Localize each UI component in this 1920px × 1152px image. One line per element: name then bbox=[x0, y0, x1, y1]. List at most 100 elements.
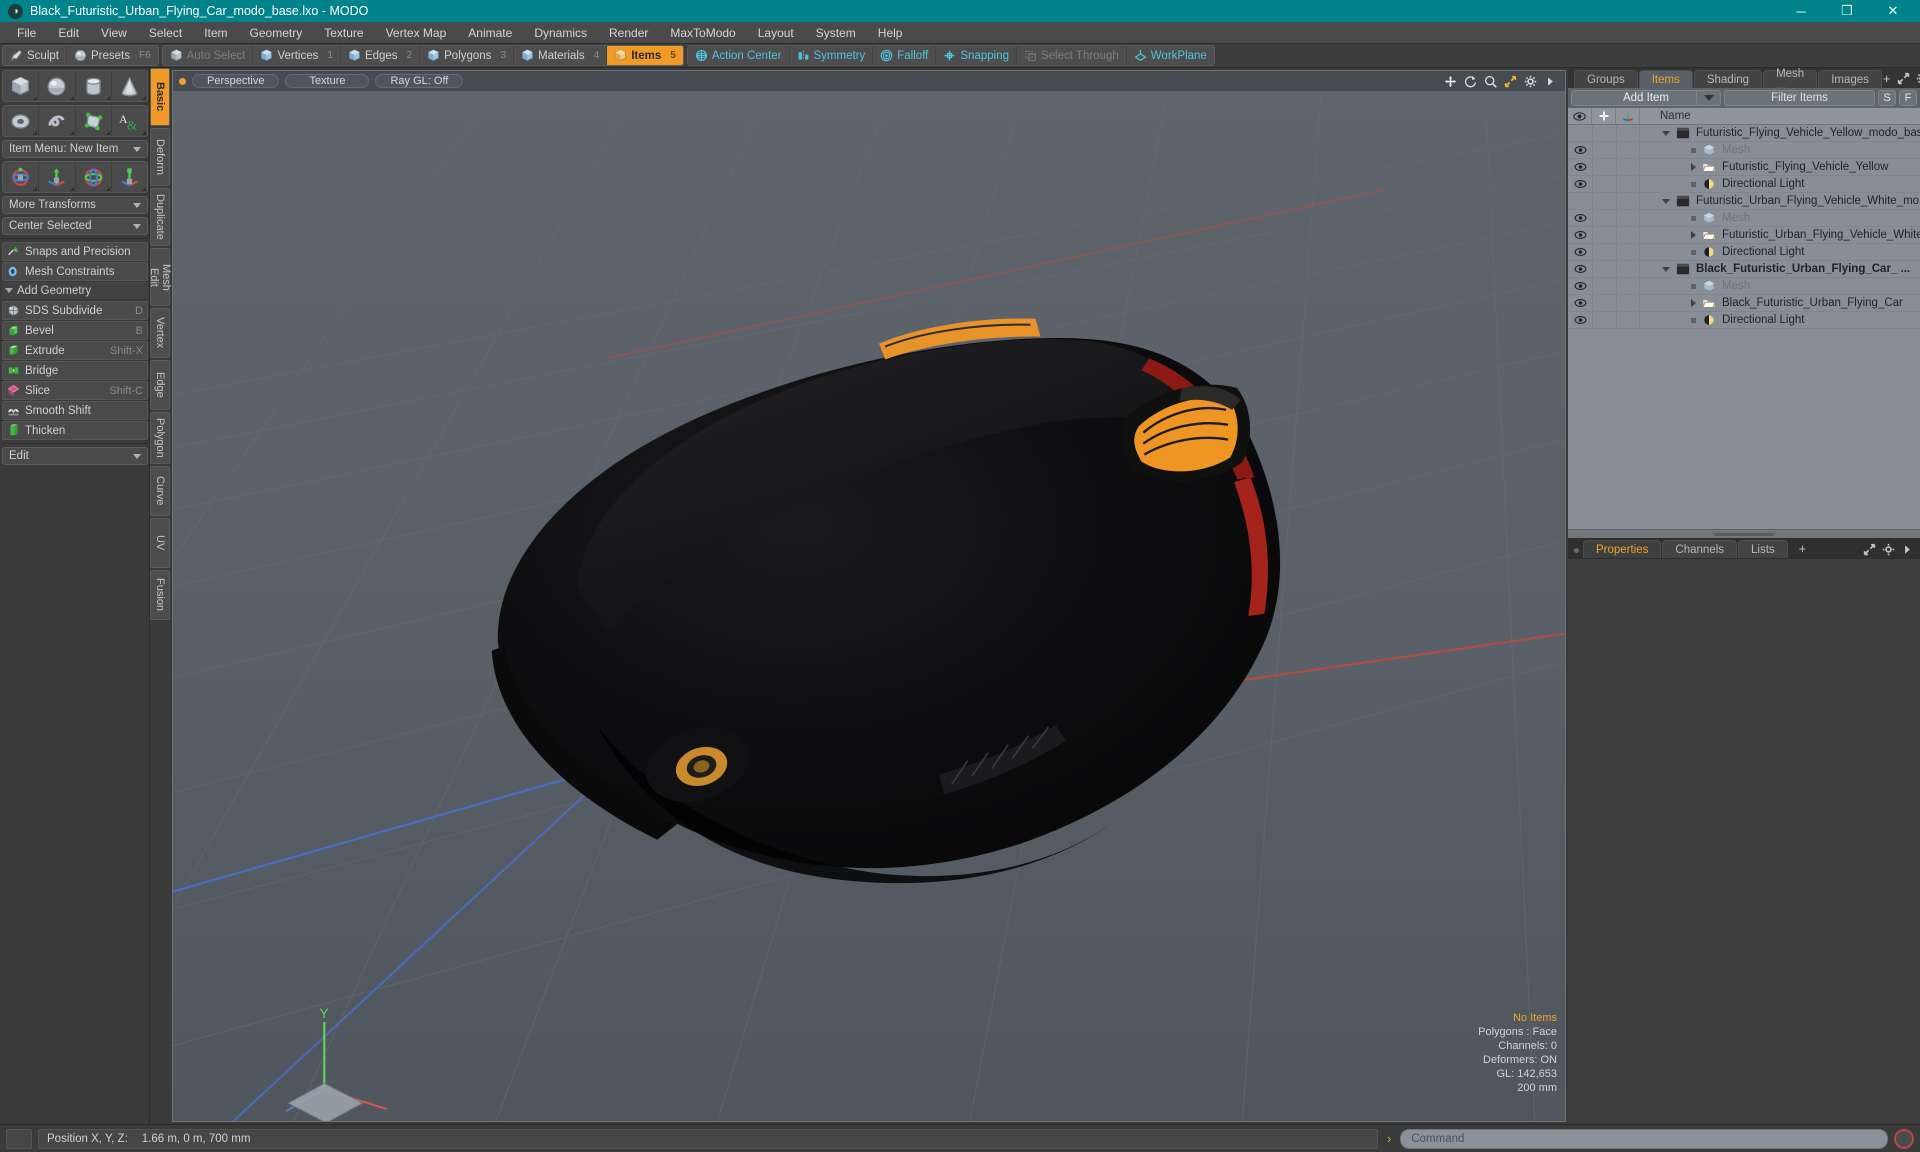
tab-images[interactable]: Images bbox=[1818, 70, 1882, 88]
shelf-cell-move-icon[interactable] bbox=[39, 162, 76, 192]
viewport-menu-dot-icon[interactable] bbox=[179, 77, 186, 85]
tree-col-lock[interactable] bbox=[1592, 192, 1616, 210]
snaps-and-precision-button[interactable]: Snaps and Precision bbox=[2, 242, 148, 261]
menu-item-geometry[interactable]: Geometry bbox=[239, 22, 314, 44]
chevron-down-icon[interactable] bbox=[1662, 130, 1670, 136]
vtab-fusion[interactable]: Fusion bbox=[150, 569, 170, 620]
filter-f-button[interactable]: F bbox=[1899, 90, 1917, 106]
tab-mesh-...[interactable]: Mesh ... bbox=[1763, 68, 1818, 92]
tree-row[interactable]: Futuristic_Urban_Flying_Vehicle_White bbox=[1568, 226, 1920, 244]
tree-col-axis[interactable] bbox=[1616, 243, 1640, 261]
tree-col-lock[interactable] bbox=[1592, 158, 1616, 176]
center-selected-dropdown[interactable]: Center Selected bbox=[2, 217, 148, 235]
eye-icon[interactable] bbox=[1568, 162, 1592, 172]
fit-viewport-icon[interactable] bbox=[1897, 72, 1910, 85]
tree-row[interactable]: Black_Futuristic_Urban_Flying_Car_ ... bbox=[1568, 260, 1920, 278]
menu-item-layout[interactable]: Layout bbox=[747, 22, 805, 44]
shelf-cell-transform-all-icon[interactable] bbox=[3, 162, 40, 192]
tree-row[interactable]: Mesh bbox=[1568, 141, 1920, 159]
tool-slice[interactable]: Slice Shift-C bbox=[2, 381, 148, 400]
filter-s-button[interactable]: S bbox=[1878, 90, 1896, 106]
close-button[interactable]: ✕ bbox=[1870, 0, 1916, 22]
tool-sds-subdivide[interactable]: SDS Subdivide D bbox=[2, 301, 148, 320]
chevron-right-icon[interactable] bbox=[1691, 231, 1696, 239]
tree-row[interactable]: Directional Light bbox=[1568, 243, 1920, 261]
vtab-vertex[interactable]: Vertex bbox=[150, 308, 170, 358]
tree-col-lock[interactable] bbox=[1592, 243, 1616, 261]
tree-col-lock[interactable] bbox=[1592, 311, 1616, 329]
add-item-button[interactable]: Add Item bbox=[1571, 90, 1721, 106]
vtab-edge[interactable]: Edge bbox=[150, 360, 170, 410]
shelf-cell-cube-icon[interactable] bbox=[3, 71, 40, 101]
tree-col-lock[interactable] bbox=[1592, 226, 1616, 244]
chevron-right-icon[interactable] bbox=[1691, 163, 1696, 171]
fit-viewport-icon[interactable] bbox=[1504, 75, 1517, 88]
status-left-slot[interactable] bbox=[6, 1128, 32, 1149]
shelf-cell-scale-icon[interactable] bbox=[112, 162, 147, 192]
command-input[interactable]: Command bbox=[1400, 1128, 1888, 1149]
menu-item-maxtomodo[interactable]: MaxToModo bbox=[659, 22, 746, 44]
zoom-viewport-icon[interactable] bbox=[1484, 75, 1497, 88]
add-icon[interactable] bbox=[1592, 107, 1616, 125]
vtab-polygon[interactable]: Polygon bbox=[150, 412, 170, 464]
tree-row[interactable]: Mesh bbox=[1568, 209, 1920, 227]
vtab-uv[interactable]: UV bbox=[150, 517, 170, 568]
tool-bridge[interactable]: Bridge bbox=[2, 361, 148, 380]
menu-item-system[interactable]: System bbox=[805, 22, 867, 44]
chevron-right-icon[interactable] bbox=[1901, 543, 1914, 556]
tab-items[interactable]: Items bbox=[1638, 70, 1693, 88]
tree-row[interactable]: Directional Light bbox=[1568, 175, 1920, 193]
mode-button-symmetry[interactable]: Symmetry bbox=[790, 46, 874, 65]
properties-panel-dot-icon[interactable] bbox=[1574, 548, 1579, 553]
tool-extrude[interactable]: Extrude Shift-X bbox=[2, 341, 148, 360]
mode-button-edges[interactable]: Edges 2 bbox=[341, 46, 421, 65]
menu-item-select[interactable]: Select bbox=[138, 22, 193, 44]
item-tree-scroll-handle[interactable] bbox=[1568, 529, 1920, 538]
menu-item-item[interactable]: Item bbox=[193, 22, 238, 44]
edit-dropdown[interactable]: Edit bbox=[2, 447, 148, 465]
viewport-shading-button[interactable]: Texture bbox=[285, 74, 370, 88]
maximize-button[interactable]: ❐ bbox=[1824, 0, 1870, 22]
tab-shading[interactable]: Shading bbox=[1693, 70, 1763, 88]
eye-icon[interactable] bbox=[1568, 281, 1592, 291]
prop-tab-properties[interactable]: Properties bbox=[1583, 540, 1662, 558]
mode-button-falloff[interactable]: Falloff bbox=[873, 46, 937, 65]
menu-item-view[interactable]: View bbox=[90, 22, 138, 44]
mode-button-materials[interactable]: Materials 4 bbox=[514, 46, 608, 65]
viewport-3d[interactable]: Perspective Texture Ray GL: Off Y No Ite… bbox=[172, 70, 1566, 1122]
mode-button-vertices[interactable]: Vertices 1 bbox=[253, 46, 341, 65]
tree-col-axis[interactable] bbox=[1616, 141, 1640, 159]
eye-icon[interactable] bbox=[1568, 145, 1592, 155]
rotate-viewport-icon[interactable] bbox=[1464, 75, 1477, 88]
add-prop-tab-button[interactable]: + bbox=[1789, 541, 1817, 556]
minimize-button[interactable]: ─ bbox=[1778, 0, 1824, 22]
viewport-raygl-button[interactable]: Ray GL: Off bbox=[375, 74, 464, 88]
tree-col-lock[interactable] bbox=[1592, 125, 1616, 142]
tree-col-axis[interactable] bbox=[1616, 125, 1640, 142]
eye-icon[interactable] bbox=[1568, 264, 1592, 274]
eye-icon[interactable] bbox=[1568, 179, 1592, 189]
vtab-basic[interactable]: Basic bbox=[150, 68, 170, 126]
mode-button-items[interactable]: Items 5 bbox=[607, 46, 683, 65]
menu-item-render[interactable]: Render bbox=[598, 22, 659, 44]
mode-button-auto-select[interactable]: Auto Select bbox=[163, 46, 254, 65]
tree-col-axis[interactable] bbox=[1616, 175, 1640, 193]
item-menu-dropdown[interactable]: Item Menu: New Item bbox=[2, 140, 148, 158]
eye-icon[interactable] bbox=[1568, 230, 1592, 240]
item-tree[interactable]: Futuristic_Flying_Vehicle_Yellow_modo_ba… bbox=[1568, 125, 1920, 529]
shelf-cell-rotate-icon[interactable] bbox=[76, 162, 112, 192]
tree-col-axis[interactable] bbox=[1616, 209, 1640, 227]
tree-col-axis[interactable] bbox=[1616, 260, 1640, 278]
viewport-projection-button[interactable]: Perspective bbox=[192, 74, 280, 88]
tree-col-lock[interactable] bbox=[1592, 260, 1616, 278]
fit-viewport-icon[interactable] bbox=[1863, 543, 1876, 556]
tree-col-lock[interactable] bbox=[1592, 141, 1616, 159]
viewport-canvas[interactable]: Y No Items Polygons : Face Channels: 0 D… bbox=[173, 91, 1565, 1121]
add-item-dropdown-arrow[interactable] bbox=[1696, 91, 1720, 105]
vtab-duplicate[interactable]: Duplicate bbox=[150, 188, 170, 246]
tool-thicken[interactable]: Thicken bbox=[2, 421, 148, 440]
mode-button-select-through[interactable]: Select Through bbox=[1017, 46, 1127, 65]
record-macro-button[interactable] bbox=[1894, 1128, 1914, 1149]
shelf-cell-cylinder-icon[interactable] bbox=[76, 71, 112, 101]
add-tab-button[interactable]: + bbox=[1883, 71, 1891, 86]
